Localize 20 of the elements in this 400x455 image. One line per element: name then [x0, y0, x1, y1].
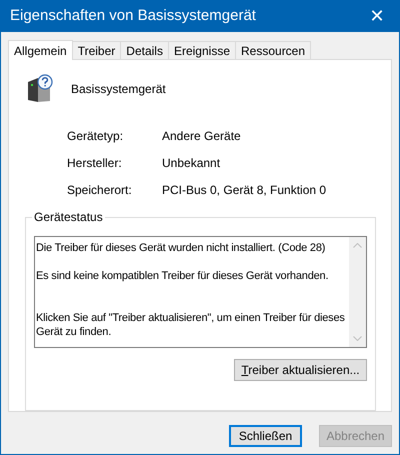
window-title: Eigenschaften von Basissystemgerät — [9, 6, 256, 26]
property-value: PCI-Bus 0, Gerät 8, Funktion 0 — [162, 182, 326, 199]
group-title: Gerätestatus — [32, 210, 105, 224]
tab[interactable]: Allgemein — [8, 40, 73, 60]
close-button[interactable]: ✕ — [355, 0, 399, 32]
tab[interactable]: Ereignisse — [168, 41, 236, 59]
scrollbar[interactable] — [349, 237, 366, 347]
update-driver-button[interactable]: Treiber aktualisieren... — [234, 359, 367, 381]
tab[interactable]: Ressourcen — [235, 41, 312, 59]
property-label: Speicherort: — [67, 182, 133, 199]
device-question-icon — [26, 74, 54, 104]
property-label: Hersteller: — [67, 155, 123, 172]
property-label: Gerätetyp: — [67, 128, 124, 145]
status-text-field[interactable]: Die Treiber für dieses Gerät wurden nicht installiert. (Code 28) Es sind keine kompatiblen Treiber für dieses Gerät vorhanden. Klicken Sie auf "Treiber aktualisieren", um einen Treiber für dieses Gerät zu finden. — [34, 236, 367, 348]
scroll-up-icon[interactable] — [353, 243, 362, 248]
scroll-down-icon[interactable] — [353, 336, 362, 341]
dialog-button[interactable]: Schließen — [229, 425, 302, 447]
property-value: Andere Geräte — [162, 128, 241, 145]
device-name: Basissystemgerät — [71, 81, 166, 98]
property-value: Unbekannt — [162, 155, 220, 172]
